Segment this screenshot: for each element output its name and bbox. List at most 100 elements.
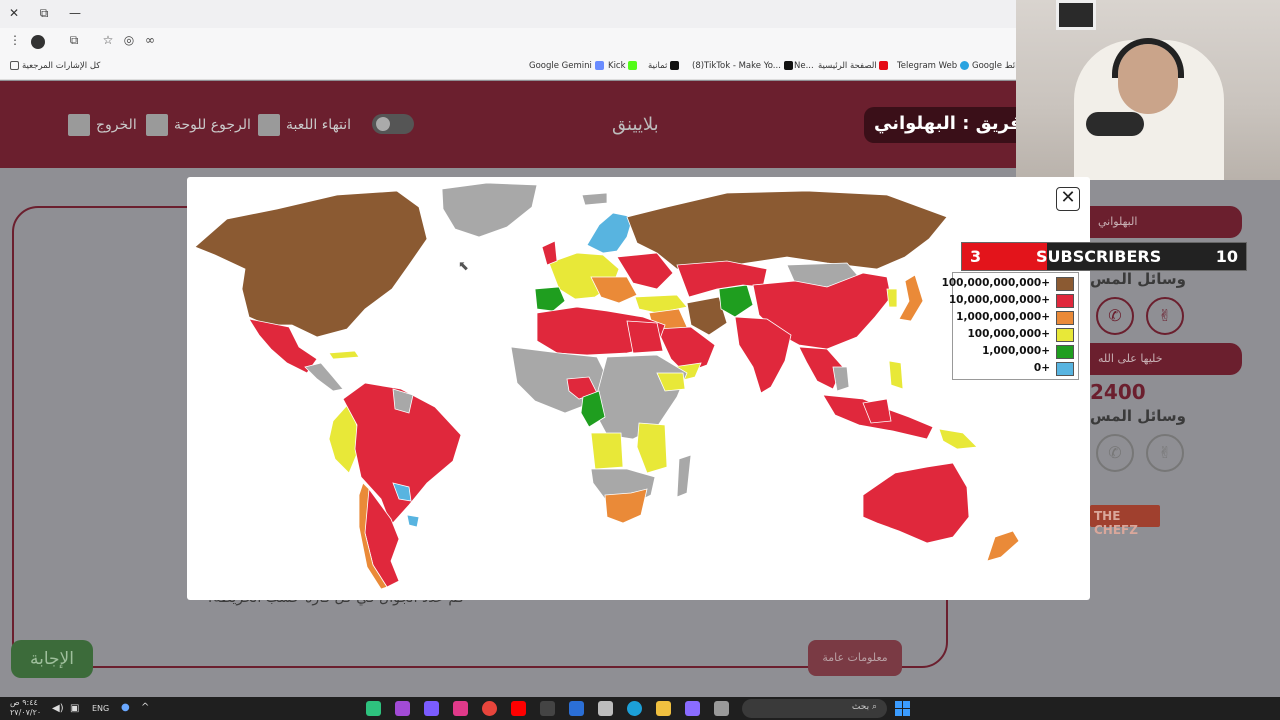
window-minimize-icon[interactable]: — xyxy=(67,6,83,20)
map-region-uk xyxy=(541,240,558,266)
chrome-icon[interactable] xyxy=(482,701,497,716)
sponsor-logo: THE CHEFZ xyxy=(1090,505,1160,537)
legend-swatch xyxy=(1056,345,1074,359)
world-map xyxy=(194,182,1020,590)
map-region-papua xyxy=(938,428,978,450)
taskbar-app-icon[interactable] xyxy=(685,701,700,716)
bookmark-tiktok[interactable]: (8)TikTok - Make Yo... xyxy=(692,61,796,71)
legend-row: 1,000,000,000+ xyxy=(953,309,1080,326)
menu-icon[interactable]: ⋮ xyxy=(6,33,24,47)
team2-name-pill: خليها على الله xyxy=(1090,343,1242,375)
netflix-icon xyxy=(879,61,889,70)
legend-row: 100,000,000,000+ xyxy=(942,275,1080,292)
map-region-caribbean xyxy=(328,350,360,360)
eye-off-icon[interactable]: ◎ xyxy=(120,33,138,47)
team-turn-label: فريق : البهلواني xyxy=(864,107,1034,143)
team1-peace-icon[interactable]: ✌ xyxy=(1146,297,1184,335)
legend-row: 100,000,000+ xyxy=(953,326,1080,343)
taskbar-app-icon[interactable] xyxy=(424,701,439,716)
chevron-up-icon[interactable]: ^ xyxy=(141,702,149,713)
window-restore-icon[interactable]: ⧉ xyxy=(36,6,52,21)
back-to-board-button[interactable]: الرجوع للوحة xyxy=(146,112,251,138)
microphone-icon xyxy=(1086,112,1144,136)
team2-peace-icon[interactable]: ✌ xyxy=(1146,434,1184,472)
general-info-button[interactable]: معلومات عامة xyxy=(808,640,902,676)
map-region-thailand xyxy=(832,366,850,392)
bookmark-home[interactable]: الصفحة الرئيسية xyxy=(818,61,891,71)
bookmark-telegram[interactable]: Telegram Web xyxy=(897,61,972,71)
search-icon: ⌕ xyxy=(871,702,877,712)
webcam-window-background xyxy=(1056,0,1096,30)
map-region-tanzania xyxy=(636,422,668,474)
reading-mode-icon[interactable]: ∞ xyxy=(141,33,159,47)
windows-start-icon[interactable] xyxy=(895,701,910,716)
legend-swatch xyxy=(1056,311,1074,325)
profile-icon[interactable] xyxy=(31,35,45,49)
mic-icon[interactable]: ● xyxy=(121,702,130,713)
subscriber-goal: 10 xyxy=(1215,247,1238,266)
folder-icon[interactable] xyxy=(656,701,671,716)
network-icon[interactable]: ▣ xyxy=(70,703,79,714)
map-region-new-zealand xyxy=(986,530,1020,562)
map-legend: 100,000,000,000+ 10,000,000,000+ 1,000,0… xyxy=(942,272,1080,380)
team1-phone-icon[interactable]: ✆ xyxy=(1096,297,1134,335)
brand-logo: بلايينق xyxy=(612,114,659,135)
telegram-icon xyxy=(959,61,969,70)
webcam-overlay xyxy=(1016,0,1280,180)
map-region-madagascar xyxy=(676,454,692,498)
store-icon[interactable] xyxy=(598,701,613,716)
mouse-cursor-icon: ⬉ xyxy=(458,259,469,274)
taskbar-app-icon[interactable] xyxy=(366,701,381,716)
close-modal-button[interactable]: ✕ xyxy=(1056,187,1080,211)
bookmark-star-icon[interactable]: ☆ xyxy=(99,33,117,47)
clock-time: ٩:٤٤ ص xyxy=(10,698,38,707)
map-region-philippines xyxy=(888,360,904,390)
bookmark-gemini[interactable]: Google Gemini xyxy=(529,61,607,71)
thmanyah-icon xyxy=(670,61,680,70)
window-close-icon[interactable]: ✕ xyxy=(6,6,22,20)
legend-row: 1,000,000+ xyxy=(953,343,1080,360)
timer-toggle[interactable] xyxy=(372,114,414,134)
subscriber-title: SUBSCRIBERS xyxy=(1036,247,1162,266)
map-region-korea xyxy=(886,288,898,308)
folder-icon xyxy=(10,61,19,70)
map-region-central-america xyxy=(304,362,344,392)
map-region-guianas xyxy=(392,388,414,414)
taskbar-search[interactable]: بحث ⌕ xyxy=(742,699,887,718)
end-game-button[interactable]: انتهاء اللعبة xyxy=(258,112,351,138)
answer-button[interactable]: الإجابة xyxy=(11,640,93,678)
map-region-egypt xyxy=(626,320,664,354)
team2-score: 2400 xyxy=(1090,380,1146,404)
taskbar-app-icon[interactable] xyxy=(540,701,555,716)
map-region-uruguay xyxy=(406,514,420,528)
taskbar-app-icon[interactable] xyxy=(569,701,584,716)
map-region-russia xyxy=(626,190,948,270)
taskbar-app-icon[interactable] xyxy=(395,701,410,716)
legend-row: 10,000,000,000+ xyxy=(949,292,1080,309)
windows-taskbar: ٩:٤٤ ص ٢٧/٠٧/٢٠ ◀) ▣ ENG ● ^ بحث ⌕ xyxy=(0,697,1280,720)
volume-icon[interactable]: ◀) xyxy=(52,703,64,714)
legend-row: 0+ xyxy=(953,360,1080,377)
toggle-knob xyxy=(376,117,390,131)
team1-name-pill: البهلواني xyxy=(1090,206,1242,238)
bookmark-netflix-short[interactable]: Ne... xyxy=(794,61,814,71)
taskbar-app-icon[interactable] xyxy=(714,701,729,716)
edge-icon[interactable] xyxy=(627,701,642,716)
map-region-japan xyxy=(898,274,924,322)
exit-button[interactable]: الخروج xyxy=(68,112,137,138)
map-region-scandinavia xyxy=(586,212,634,254)
subscriber-current: 3 xyxy=(970,247,982,266)
youtube-icon[interactable] xyxy=(511,701,526,716)
taskbar-app-icon[interactable] xyxy=(453,701,468,716)
map-region-afghanistan xyxy=(718,284,754,318)
bookmark-thmanyah[interactable]: ثمانية xyxy=(648,61,682,71)
gemini-icon xyxy=(594,61,604,70)
language-indicator[interactable]: ENG xyxy=(92,704,109,713)
bookmark-kick[interactable]: Kick xyxy=(608,61,640,71)
legend-swatch xyxy=(1056,362,1074,376)
team2-phone-icon[interactable]: ✆ xyxy=(1096,434,1134,472)
extensions-icon[interactable]: ⧉ xyxy=(65,33,83,48)
map-region-angola xyxy=(590,432,624,470)
bookmark-all[interactable]: كل الإشارات المرجعية xyxy=(10,61,100,71)
kick-icon xyxy=(628,61,638,70)
